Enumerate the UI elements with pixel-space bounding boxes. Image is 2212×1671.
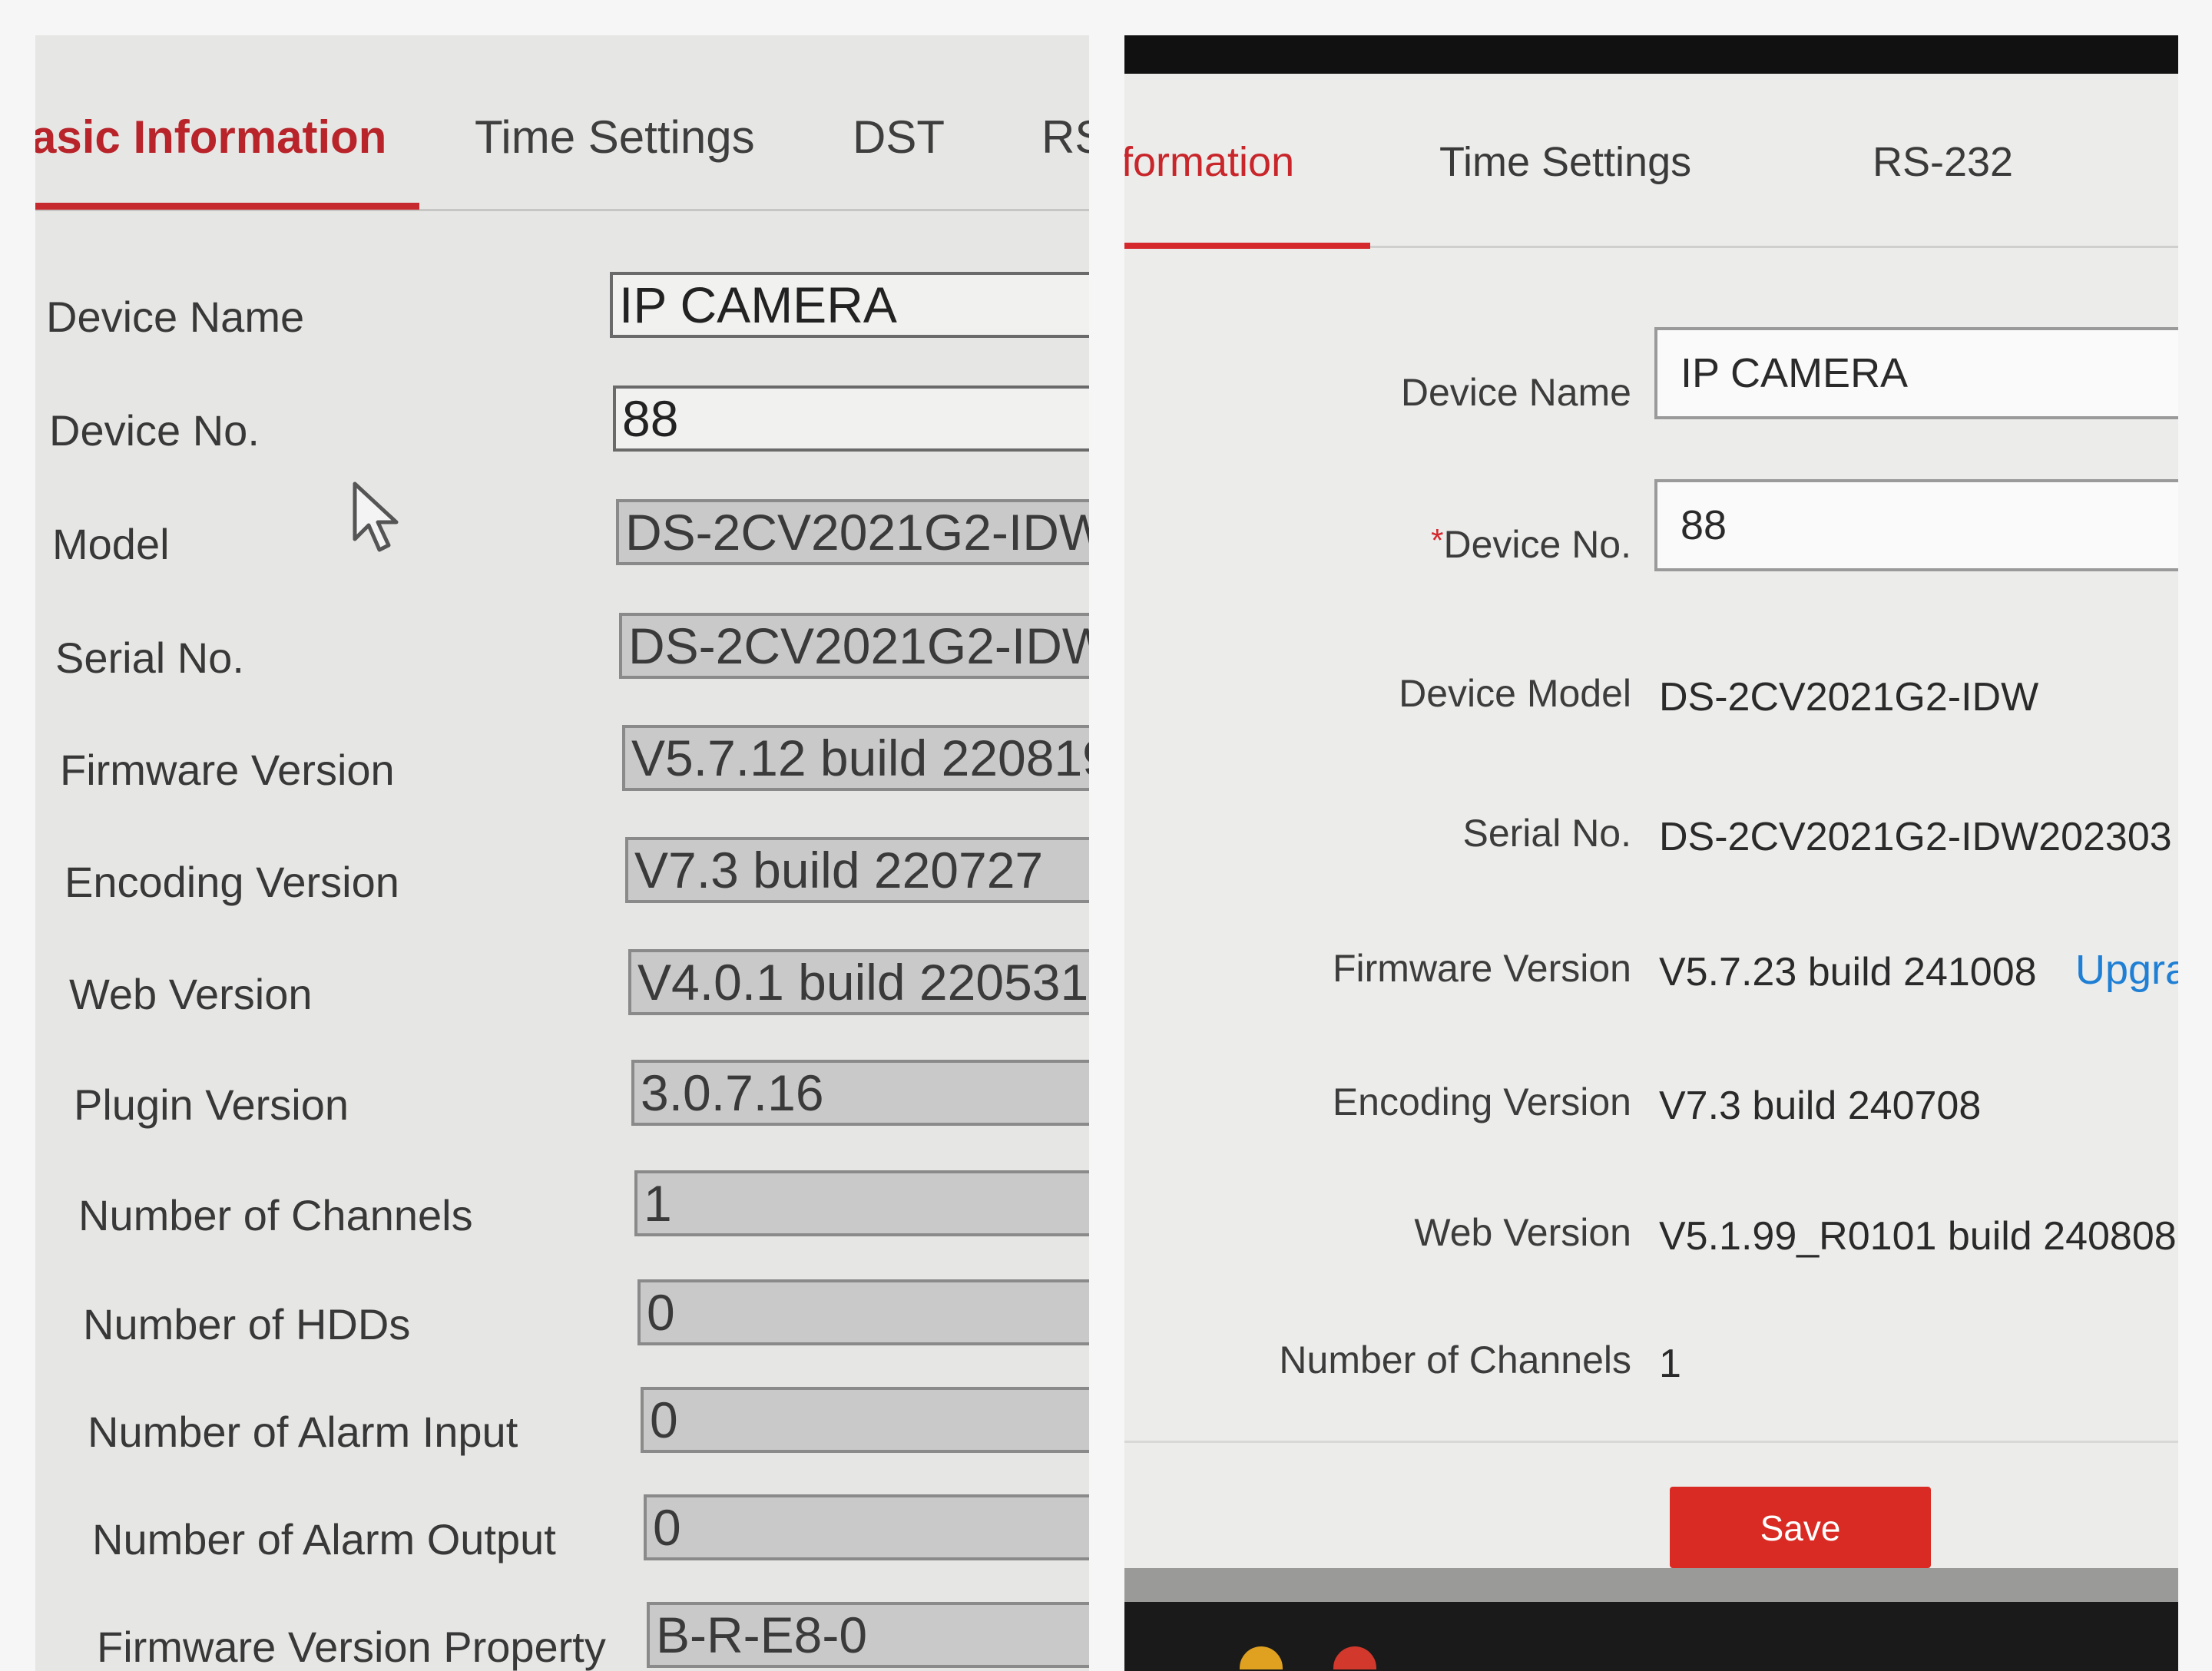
required-asterisk: * bbox=[1431, 522, 1444, 558]
row-serial-no: Serial No. DS-2CV2021G2-IDW202303 bbox=[1124, 811, 2178, 903]
label-device-no-text: Device No. bbox=[1443, 523, 1631, 566]
web-version-value: V5.1.99_R0101 build 240808 bbox=[1659, 1214, 2177, 1259]
label-encoding-version: Encoding Version bbox=[65, 858, 399, 906]
row-web-version: Web Version V5.1.99_R0101 build 240808 bbox=[1124, 1210, 2178, 1302]
tab-time-settings[interactable]: Time Settings bbox=[1439, 138, 1691, 186]
upgrade-link[interactable]: Upgra bbox=[2075, 946, 2178, 994]
number-of-channels-field: 1 bbox=[634, 1170, 1089, 1236]
label-firmware-version: Firmware Version bbox=[60, 746, 395, 794]
active-tab-indicator bbox=[35, 203, 419, 210]
device-no-input[interactable]: 88 bbox=[613, 385, 1089, 452]
tab-bar: asic Information Time Settings DST RS bbox=[35, 35, 1089, 212]
label-firmware-version: Firmware Version bbox=[1333, 947, 1631, 990]
label-web-version: Web Version bbox=[69, 970, 313, 1018]
label-device-no: *Device No. bbox=[1431, 522, 1631, 567]
label-number-of-channels: Number of Channels bbox=[78, 1191, 473, 1239]
tab-rs[interactable]: RS bbox=[1041, 111, 1089, 164]
label-model: Model bbox=[52, 520, 170, 568]
row-device-name: Device Name IP CAMERA bbox=[1124, 327, 2178, 462]
row-number-of-alarm-input: Number of Alarm Input 0 bbox=[35, 1387, 1089, 1479]
old-ui-panel: asic Information Time Settings DST RS De… bbox=[35, 35, 1089, 1671]
label-number-of-alarm-output: Number of Alarm Output bbox=[92, 1515, 556, 1563]
tab-basic-information[interactable]: asic Information bbox=[35, 111, 386, 164]
screen-bottom-edge bbox=[1124, 1568, 2178, 1603]
number-of-channels-value: 1 bbox=[1659, 1342, 1681, 1386]
row-model: Model DS-2CV2021G2-IDW bbox=[35, 499, 1089, 591]
row-number-of-channels: Number of Channels 1 bbox=[35, 1170, 1089, 1262]
label-number-of-hdds: Number of HDDs bbox=[83, 1300, 411, 1348]
row-number-of-hdds: Number of HDDs 0 bbox=[35, 1279, 1089, 1372]
label-number-of-channels: Number of Channels bbox=[1279, 1338, 1631, 1381]
encoding-version-field: V7.3 build 220727 bbox=[625, 837, 1089, 903]
taskbar bbox=[1124, 1602, 2178, 1671]
row-number-of-channels: Number of Channels 1 bbox=[1124, 1338, 2178, 1430]
label-device-model: Device Model bbox=[1399, 672, 1631, 715]
device-name-input[interactable]: IP CAMERA bbox=[610, 272, 1089, 338]
label-plugin-version: Plugin Version bbox=[74, 1080, 349, 1129]
label-device-name: Device Name bbox=[1400, 371, 1631, 414]
row-number-of-alarm-output: Number of Alarm Output 0 bbox=[35, 1494, 1089, 1587]
row-serial-no: Serial No. DS-2CV2021G2-IDW bbox=[35, 613, 1089, 705]
model-field: DS-2CV2021G2-IDW bbox=[616, 499, 1089, 565]
firmware-version-value: V5.7.23 build 241008 bbox=[1659, 950, 2037, 994]
row-device-name: Device Name IP CAMERA bbox=[35, 272, 1089, 364]
row-device-no: *Device No. 88 bbox=[1124, 479, 2178, 614]
row-web-version: Web Version V4.0.1 build 220531 bbox=[35, 949, 1089, 1041]
label-serial-no: Serial No. bbox=[55, 634, 244, 682]
row-firmware-version: Firmware Version V5.7.12 build 220819 bbox=[35, 725, 1089, 817]
tab-dst[interactable]: DST bbox=[853, 111, 945, 164]
label-number-of-alarm-input: Number of Alarm Input bbox=[88, 1408, 518, 1456]
device-model-value: DS-2CV2021G2-IDW bbox=[1659, 675, 2039, 720]
web-version-field: V4.0.1 build 220531 bbox=[628, 949, 1089, 1015]
tab-rs-232[interactable]: RS-232 bbox=[1873, 138, 2013, 186]
number-of-hdds-field: 0 bbox=[637, 1279, 1089, 1345]
firmware-version-field: V5.7.12 build 220819 bbox=[622, 725, 1089, 791]
mouse-pointer-icon bbox=[353, 481, 399, 552]
label-encoding-version: Encoding Version bbox=[1332, 1080, 1631, 1123]
tab-basic-information[interactable]: formation bbox=[1124, 138, 1294, 186]
device-name-input[interactable]: IP CAMERA bbox=[1654, 327, 2178, 419]
encoding-version-value: V7.3 build 240708 bbox=[1659, 1084, 1982, 1128]
footer-divider bbox=[1124, 1441, 2178, 1443]
label-device-no: Device No. bbox=[49, 406, 260, 455]
serial-no-field: DS-2CV2021G2-IDW bbox=[619, 613, 1089, 679]
plugin-version-field: 3.0.7.16 bbox=[631, 1060, 1089, 1126]
label-firmware-version-property: Firmware Version Property bbox=[97, 1623, 606, 1671]
row-plugin-version: Plugin Version 3.0.7.16 bbox=[35, 1060, 1089, 1152]
row-device-no: Device No. 88 bbox=[35, 385, 1089, 478]
row-firmware-version: Firmware Version V5.7.23 build 241008 Up… bbox=[1124, 946, 2178, 1038]
number-of-alarm-input-field: 0 bbox=[641, 1387, 1089, 1453]
window-top-bezel bbox=[1124, 35, 2178, 74]
row-device-model: Device Model DS-2CV2021G2-IDW bbox=[1124, 671, 2178, 763]
number-of-alarm-output-field: 0 bbox=[644, 1494, 1089, 1560]
row-firmware-version-property: Firmware Version Property B-R-E8-0 bbox=[35, 1602, 1089, 1671]
device-no-input[interactable]: 88 bbox=[1654, 479, 2178, 571]
label-device-name: Device Name bbox=[46, 293, 305, 341]
active-tab-indicator bbox=[1124, 243, 1370, 249]
new-ui-panel: formation Time Settings RS-232 Device Na… bbox=[1124, 35, 2178, 1671]
label-serial-no: Serial No. bbox=[1462, 812, 1631, 855]
label-web-version: Web Version bbox=[1414, 1211, 1631, 1254]
save-button[interactable]: Save bbox=[1670, 1487, 1931, 1568]
row-encoding-version: Encoding Version V7.3 build 240708 bbox=[1124, 1080, 2178, 1172]
firmware-version-property-field: B-R-E8-0 bbox=[647, 1602, 1089, 1668]
tab-time-settings[interactable]: Time Settings bbox=[475, 111, 755, 164]
row-encoding-version: Encoding Version V7.3 build 220727 bbox=[35, 837, 1089, 929]
serial-no-value: DS-2CV2021G2-IDW202303 bbox=[1659, 815, 2172, 859]
